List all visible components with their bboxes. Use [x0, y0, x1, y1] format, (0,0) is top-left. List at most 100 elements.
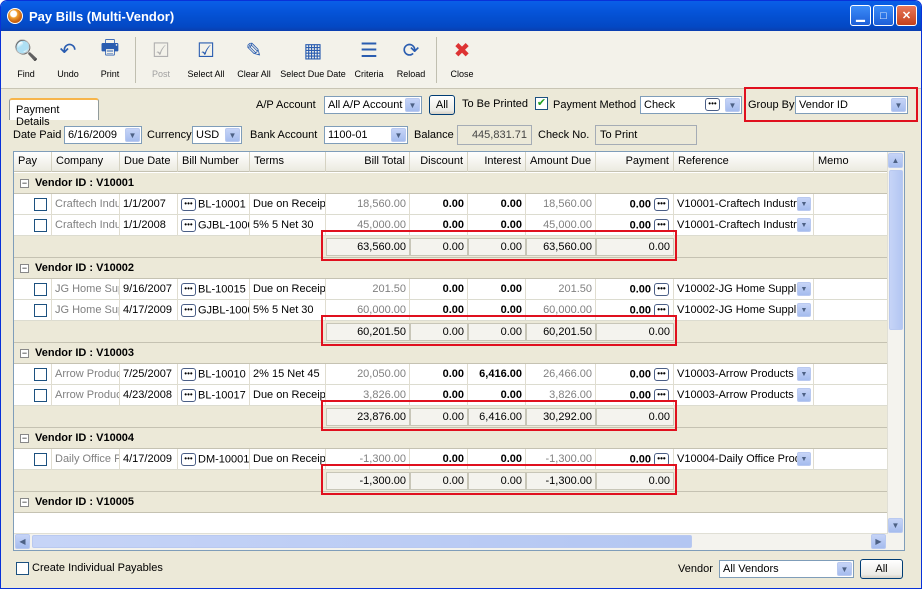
scroll-up-icon[interactable]: ▲ — [888, 153, 903, 168]
ellipsis-icon[interactable]: ••• — [705, 98, 720, 111]
ellipsis-icon[interactable]: ••• — [181, 219, 196, 232]
minimize-button[interactable]: ▁ — [850, 5, 871, 26]
column-header-discount[interactable]: Discount — [410, 152, 468, 172]
scroll-left-icon[interactable]: ◀ — [15, 534, 30, 549]
column-header-amount-due[interactable]: Amount Due — [526, 152, 596, 172]
memo-cell[interactable] — [814, 364, 888, 385]
table-row[interactable]: JG Home Supp9/16/2007•••BL-10015Due on R… — [14, 279, 888, 300]
reference-cell[interactable]: V10002-JG Home Supplie ▼ — [674, 279, 814, 300]
tab-payment-details[interactable]: Payment Details — [9, 98, 99, 128]
toolbar-select-all-button[interactable]: ☑ Select All — [182, 31, 230, 87]
column-header-terms[interactable]: Terms — [250, 152, 326, 172]
reference-cell[interactable]: V10001-Craftech Industr ▼ — [674, 194, 814, 215]
discount-cell[interactable]: 0.00 — [410, 194, 468, 215]
ellipsis-icon[interactable]: ••• — [181, 283, 196, 296]
toolbar-reload-button[interactable]: ⟳ Reload — [390, 31, 432, 87]
chevron-down-icon[interactable]: ▼ — [797, 303, 811, 317]
chevron-down-icon[interactable]: ▼ — [797, 197, 811, 211]
vendor-all-button[interactable]: All — [860, 559, 903, 579]
pay-checkbox[interactable] — [34, 304, 47, 317]
toolbar-criteria-button[interactable]: ☰ Criteria — [348, 31, 390, 87]
ellipsis-icon[interactable]: ••• — [181, 453, 196, 466]
chevron-down-icon[interactable]: ▼ — [797, 388, 811, 402]
collapse-icon[interactable]: − — [20, 497, 29, 507]
ellipsis-icon[interactable]: ••• — [181, 389, 196, 402]
toolbar-undo-button[interactable]: ↶ Undo — [47, 31, 89, 87]
column-header-bill-number[interactable]: Bill Number — [178, 152, 250, 172]
interest-cell[interactable]: 0.00 — [468, 279, 526, 300]
pay-checkbox[interactable] — [34, 198, 47, 211]
interest-cell[interactable]: 6,416.00 — [468, 364, 526, 385]
chevron-down-icon[interactable]: ▼ — [797, 367, 811, 381]
chevron-down-icon[interactable]: ▼ — [797, 282, 811, 296]
collapse-icon[interactable]: − — [20, 433, 29, 443]
pay-checkbox[interactable] — [34, 283, 47, 296]
memo-cell[interactable] — [814, 385, 888, 406]
reference-cell[interactable]: V10004-Daily Office Prod ▼ — [674, 449, 814, 470]
column-header-memo[interactable]: Memo — [814, 152, 888, 172]
ellipsis-icon[interactable]: ••• — [181, 304, 196, 317]
toolbar-clear-all-button[interactable]: ✎ Clear All — [230, 31, 278, 87]
vendor-select[interactable]: All Vendors ▼ — [719, 560, 854, 578]
toolbar-close-button[interactable]: ✖ Close — [441, 31, 483, 87]
memo-cell[interactable] — [814, 449, 888, 470]
pay-checkbox[interactable] — [34, 368, 47, 381]
ellipsis-icon[interactable]: ••• — [654, 283, 669, 296]
reference-cell[interactable]: V10002-JG Home Supplie ▼ — [674, 300, 814, 321]
memo-cell[interactable] — [814, 194, 888, 215]
ap-account-select[interactable]: All A/P Account ▼ — [324, 96, 422, 114]
close-window-button[interactable]: ✕ — [896, 5, 917, 26]
collapse-icon[interactable]: − — [20, 263, 29, 273]
scroll-down-icon[interactable]: ▼ — [888, 518, 903, 533]
payment-method-select[interactable]: Check ••• ▼ — [640, 96, 742, 114]
bank-account-select[interactable]: 1100-01 ▼ — [324, 126, 408, 144]
ap-account-all-button[interactable]: All — [429, 95, 455, 115]
memo-cell[interactable] — [814, 215, 888, 236]
ellipsis-icon[interactable]: ••• — [181, 368, 196, 381]
scroll-right-icon[interactable]: ▶ — [871, 534, 886, 549]
column-header-bill-total[interactable]: Bill Total — [326, 152, 410, 172]
vertical-scrollbar[interactable]: ▲ ▼ — [887, 152, 904, 550]
reference-cell[interactable]: V10003-Arrow Products (▼ — [674, 385, 814, 406]
column-header-payment[interactable]: Payment — [596, 152, 674, 172]
reference-cell[interactable]: V10003-Arrow Products (▼ — [674, 364, 814, 385]
vertical-scroll-thumb[interactable] — [889, 170, 903, 330]
discount-cell[interactable]: 0.00 — [410, 364, 468, 385]
memo-cell[interactable] — [814, 279, 888, 300]
reference-cell[interactable]: V10001-Craftech Industr ▼ — [674, 215, 814, 236]
column-header-reference[interactable]: Reference — [674, 152, 814, 172]
payment-cell[interactable]: 0.00 ••• — [596, 364, 674, 385]
table-row[interactable]: Arrow Produc 7/25/2007 ••• BL-10010 2% 15 Ne… — [14, 364, 888, 385]
currency-select[interactable]: USD ▼ — [192, 126, 242, 144]
maximize-button[interactable]: □ — [873, 5, 894, 26]
column-header-company[interactable]: Company — [52, 152, 120, 172]
collapse-icon[interactable]: − — [20, 348, 29, 358]
column-header-pay[interactable]: Pay — [14, 152, 52, 172]
date-paid-select[interactable]: 6/16/2009 ▼ — [64, 126, 142, 144]
pay-checkbox[interactable] — [34, 219, 47, 232]
pay-checkbox[interactable] — [34, 453, 47, 466]
toolbar-post-button[interactable]: ☑ Post — [140, 31, 182, 87]
toolbar-select-due-date-button[interactable]: ▦ Select Due Date — [278, 31, 348, 87]
table-row[interactable]: Craftech Indu 1/1/2007 ••• BL-10001 Due on R… — [14, 194, 888, 215]
payment-cell[interactable]: 0.00 ••• — [596, 279, 674, 300]
memo-cell[interactable] — [814, 300, 888, 321]
ellipsis-icon[interactable]: ••• — [654, 368, 669, 381]
horizontal-scroll-thumb[interactable] — [32, 535, 692, 548]
toolbar-find-button[interactable]: 🔍 Find — [5, 31, 47, 87]
create-individual-checkbox[interactable] — [16, 562, 29, 575]
collapse-icon[interactable]: − — [20, 178, 29, 188]
discount-cell[interactable]: 0.00 — [410, 279, 468, 300]
payment-cell[interactable]: 0.00 ••• — [596, 194, 674, 215]
chevron-down-icon[interactable]: ▼ — [797, 452, 811, 466]
chevron-down-icon[interactable]: ▼ — [797, 218, 811, 232]
pay-checkbox[interactable] — [34, 389, 47, 402]
column-header-interest[interactable]: Interest — [468, 152, 526, 172]
ellipsis-icon[interactable]: ••• — [654, 198, 669, 211]
interest-cell[interactable]: 0.00 — [468, 194, 526, 215]
horizontal-scrollbar[interactable]: ◀ ▶ — [14, 533, 888, 550]
toolbar-print-button[interactable]: 🖶 Print — [89, 31, 131, 87]
column-header-due-date[interactable]: Due Date — [120, 152, 178, 172]
ellipsis-icon[interactable]: ••• — [181, 198, 196, 211]
to-be-printed-checkbox[interactable]: ✔ — [535, 97, 548, 110]
